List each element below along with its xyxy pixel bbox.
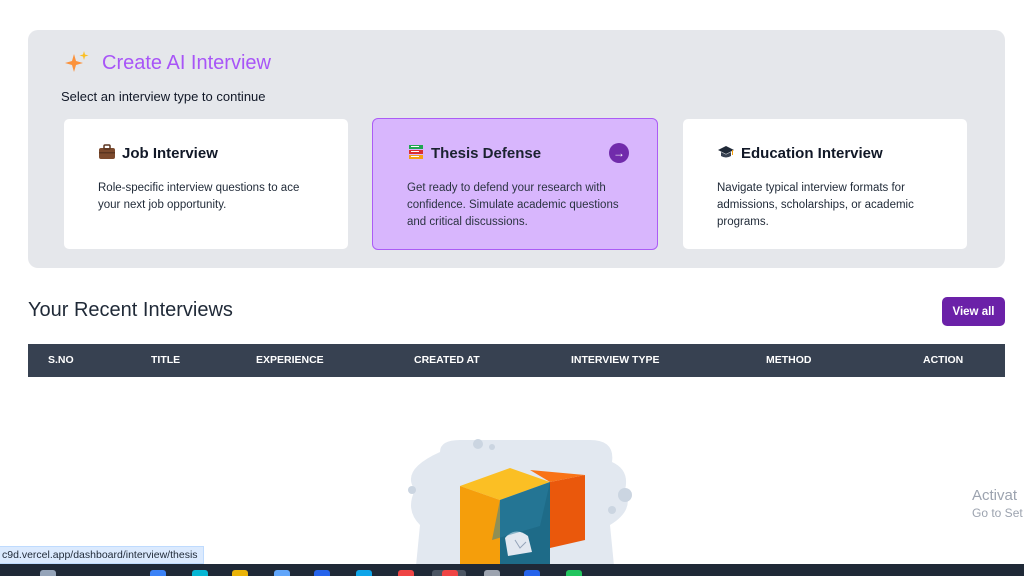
education-interview-card[interactable]: Education Interview Navigate typical int… (682, 118, 968, 250)
graduation-cap-icon (717, 144, 735, 163)
card-title: Thesis Defense (431, 145, 542, 162)
interviews-table-header: S.NO TITLE EXPERIENCE CREATED AT INTERVI… (28, 344, 1005, 377)
taskbar-app-icon[interactable] (524, 570, 540, 576)
card-header: Job Interview (98, 144, 218, 163)
card-description: Get ready to defend your research with c… (407, 182, 619, 228)
books-icon (407, 144, 425, 163)
card-description: Role-specific interview questions to ace… (98, 182, 300, 211)
card-header: Thesis Defense (407, 144, 541, 163)
folder-icon[interactable] (232, 570, 248, 576)
column-header-title: TITLE (151, 354, 181, 366)
column-header-experience: EXPERIENCE (256, 354, 324, 366)
create-interview-title: Create AI Interview (102, 51, 271, 74)
watermark-line2: Go to Set (972, 506, 1023, 520)
column-header-interview-type: INTERVIEW TYPE (571, 354, 660, 366)
column-header-created-at: CREATED AT (414, 354, 480, 366)
thesis-defense-card[interactable]: Thesis Defense → Get ready to defend you… (372, 118, 658, 250)
briefcase-icon (98, 144, 116, 163)
browser-icon[interactable] (398, 570, 414, 576)
card-title: Education Interview (741, 145, 883, 162)
create-interview-subtitle: Select an interview type to continue (61, 89, 266, 104)
card-title: Job Interview (122, 145, 218, 162)
watermark-line1: Activat (972, 487, 1018, 504)
taskbar-app-icon[interactable] (484, 570, 500, 576)
arrow-right-icon[interactable]: → (609, 143, 629, 163)
taskbar (0, 564, 1024, 576)
page: Create AI Interview Select an interview … (0, 0, 1024, 576)
status-bar-url: c9d.vercel.app/dashboard/interview/thesi… (0, 546, 204, 564)
view-all-button[interactable]: View all (942, 297, 1005, 326)
taskbar-app-icon[interactable] (314, 570, 330, 576)
taskbar-app-icon[interactable] (192, 570, 208, 576)
create-interview-panel: Create AI Interview Select an interview … (28, 30, 1005, 268)
empty-box-illustration (408, 439, 632, 576)
windows-activation-watermark: Activat Go to Set (972, 487, 1023, 520)
column-header-method: METHOD (766, 354, 812, 366)
column-header-action: ACTION (923, 354, 964, 366)
start-icon[interactable] (40, 570, 56, 576)
column-header-sno: S.NO (48, 354, 74, 366)
recent-interviews-title: Your Recent Interviews (28, 299, 233, 321)
taskbar-app-icon[interactable] (274, 570, 290, 576)
taskbar-app-icon[interactable] (150, 570, 166, 576)
card-header: Education Interview (717, 144, 883, 163)
create-title-row: Create AI Interview (64, 50, 271, 76)
sparkles-icon (65, 51, 89, 72)
card-description: Navigate typical interview formats for a… (717, 182, 914, 228)
job-interview-card[interactable]: Job Interview Role-specific interview qu… (63, 118, 349, 250)
taskbar-app-icon[interactable] (566, 570, 582, 576)
browser-icon[interactable] (442, 570, 458, 576)
taskbar-app-icon[interactable] (356, 570, 372, 576)
